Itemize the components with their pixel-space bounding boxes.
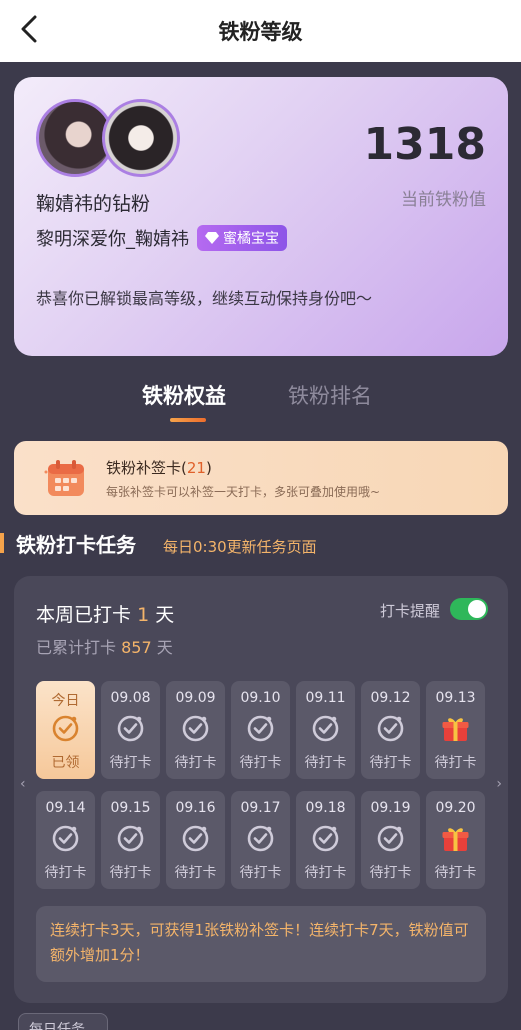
week-count: 1 (137, 604, 150, 626)
day-cell[interactable]: 09.11 待打卡 (296, 681, 355, 779)
week-prefix: 本周已打卡 (36, 604, 132, 626)
day-cell[interactable]: 09.10 待打卡 (231, 681, 290, 779)
toggle-knob (468, 600, 486, 618)
active-tab-indicator (170, 418, 206, 422)
back-button[interactable] (14, 14, 44, 44)
day-date: 09.09 (175, 690, 216, 706)
profile-card: 1318 当前铁粉值 鞠婧祎的钻粉 黎明深爱你_鞠婧祎 蜜橘宝宝 恭喜你已解锁最… (14, 77, 508, 356)
day-date: 09.19 (370, 800, 411, 816)
makeup-card-banner[interactable]: 铁粉补签卡(21) 每张补签卡可以补签一天打卡，多张可叠加使用哦~ (14, 441, 508, 515)
check-icon (376, 824, 405, 853)
chevron-left-icon (21, 15, 37, 43)
day-status: 待打卡 (304, 755, 347, 771)
day-status: 待打卡 (369, 865, 412, 881)
check-icon (246, 824, 275, 853)
day-cell[interactable]: 09.16 待打卡 (166, 791, 225, 889)
day-cell[interactable]: 09.18 待打卡 (296, 791, 355, 889)
daily-task-tab[interactable]: 每日任务 (18, 1013, 108, 1030)
diamond-icon (205, 232, 219, 244)
check-icon (116, 714, 145, 743)
day-status: 已领 (51, 755, 80, 771)
day-cell[interactable]: 09.14 待打卡 (36, 791, 95, 889)
makeup-card-description: 每张补签卡可以补签一天打卡，多张可叠加使用哦~ (106, 485, 381, 499)
day-date: 09.16 (175, 800, 216, 816)
check-icon (181, 824, 210, 853)
day-cell[interactable]: 09.20 待打卡 (426, 791, 485, 889)
check-icon (116, 824, 145, 853)
day-status: 待打卡 (369, 755, 412, 771)
check-icon (51, 824, 80, 853)
day-status: 待打卡 (239, 865, 282, 881)
day-date: 09.13 (435, 690, 476, 706)
check-icon (311, 714, 340, 743)
day-status: 待打卡 (174, 865, 217, 881)
total-count: 857 (121, 638, 152, 657)
section-marker (0, 533, 4, 553)
checkin-task-subtitle: 每日0:30更新任务页面 (163, 538, 317, 556)
check-icon (181, 714, 210, 743)
page-title: 铁粉等级 (218, 20, 303, 44)
remind-toggle[interactable] (450, 598, 488, 620)
day-date: 09.10 (240, 690, 281, 706)
day-status: 待打卡 (109, 865, 152, 881)
day-cell[interactable]: 09.19 待打卡 (361, 791, 420, 889)
day-status: 待打卡 (239, 755, 282, 771)
calendar-icon (44, 460, 84, 496)
day-status: 待打卡 (304, 865, 347, 881)
user-name: 黎明深爱你_鞠婧祎 (36, 229, 189, 250)
week-unit: 天 (155, 604, 175, 626)
day-date: 09.14 (45, 800, 86, 816)
chevron-left-icon[interactable]: ‹ (20, 776, 26, 792)
total-prefix: 已累计打卡 (36, 638, 117, 657)
badge-label: 蜜橘宝宝 (223, 231, 279, 247)
check-icon (246, 714, 275, 743)
day-date: 09.11 (305, 690, 346, 706)
day-date: 09.20 (435, 800, 476, 816)
top-nav-bar: 铁粉等级 (0, 0, 521, 62)
fan-group-badge[interactable]: 蜜橘宝宝 (197, 225, 287, 251)
day-cell[interactable]: 09.17 待打卡 (231, 791, 290, 889)
checkin-reward-note: 连续打卡3天，可获得1张铁粉补签卡！连续打卡7天，铁粉值可额外增加1分！ (36, 906, 486, 982)
total-checkin-count: 已累计打卡 857 天 (36, 634, 173, 658)
day-cell[interactable]: 09.15 待打卡 (101, 791, 160, 889)
tab-fan-ranking[interactable]: 铁粉排名 (288, 380, 372, 410)
gift-icon (441, 714, 470, 743)
makeup-card-title-text: 铁粉补签卡 (106, 459, 182, 477)
user-row: 黎明深爱你_鞠婧祎 蜜橘宝宝 (36, 225, 287, 251)
day-cell[interactable]: 09.09 待打卡 (166, 681, 225, 779)
day-cell-today[interactable]: 今日 已领 (36, 681, 95, 779)
day-date: 09.18 (305, 800, 346, 816)
day-cell[interactable]: 09.08 待打卡 (101, 681, 160, 779)
remind-label: 打卡提醒 (379, 602, 440, 620)
total-unit: 天 (156, 638, 173, 657)
chevron-right-icon[interactable]: › (496, 776, 502, 792)
check-icon (51, 714, 80, 743)
avatar-idol[interactable] (102, 99, 180, 177)
day-cell[interactable]: 09.12 待打卡 (361, 681, 420, 779)
fan-score-label: 当前铁粉值 (401, 190, 486, 210)
fan-score: 1318 (363, 119, 486, 170)
day-status: 待打卡 (109, 755, 152, 771)
gift-icon (441, 824, 470, 853)
day-date: 今日 (51, 693, 80, 709)
checkin-task-title: 铁粉打卡任务 (16, 533, 136, 557)
checkin-card: 本周已打卡 1 天 已累计打卡 857 天 打卡提醒 ‹ › 今日 已领 09.08… (14, 576, 508, 1003)
congrats-text: 恭喜你已解锁最高等级，继续互动保持身份吧～ (36, 289, 373, 308)
check-icon (311, 824, 340, 853)
makeup-card-title: 铁粉补签卡(21) (106, 459, 212, 477)
day-date: 09.15 (110, 800, 151, 816)
tab-fan-benefits[interactable]: 铁粉权益 (142, 380, 226, 410)
day-date: 09.17 (240, 800, 281, 816)
day-status: 待打卡 (174, 755, 217, 771)
day-date: 09.12 (370, 690, 411, 706)
day-status: 待打卡 (44, 865, 87, 881)
day-status: 待打卡 (434, 865, 477, 881)
fan-level-name: 鞠婧祎的钻粉 (36, 193, 151, 215)
makeup-card-count: 21 (186, 459, 206, 477)
day-cell[interactable]: 09.13 待打卡 (426, 681, 485, 779)
check-icon (376, 714, 405, 743)
day-date: 09.08 (110, 690, 151, 706)
week-checkin-count: 本周已打卡 1 天 (36, 600, 174, 627)
day-status: 待打卡 (434, 755, 477, 771)
